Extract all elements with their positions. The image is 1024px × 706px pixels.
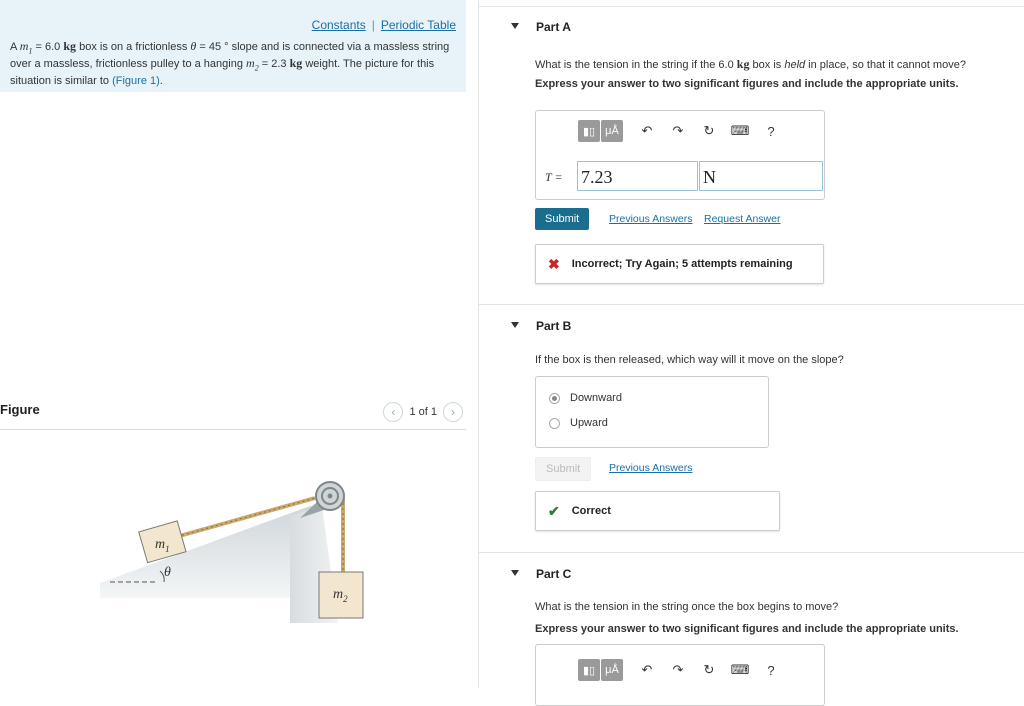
templates-icon: ▮▯ bbox=[582, 664, 596, 677]
option-downward[interactable]: Downward bbox=[549, 392, 622, 404]
periodic-table-link[interactable]: Periodic Table bbox=[381, 18, 456, 32]
part-b-submit-button[interactable]: Submit bbox=[535, 457, 592, 481]
units-input[interactable]: N bbox=[699, 161, 823, 191]
part-c-question: What is the tension in the string once t… bbox=[535, 601, 839, 613]
math-toolbar: ▮▯ μÅ ↶ ↷ ↻ ⌨ ? bbox=[578, 120, 782, 142]
problem-text: = 2.3 bbox=[258, 58, 290, 71]
feedback-text: Incorrect; Try Again; 5 attempts remaini… bbox=[571, 258, 793, 270]
part-a: Part A What is the tension in the string… bbox=[479, 6, 1024, 305]
part-b-question: If the box is then released, which way w… bbox=[535, 354, 844, 366]
help-icon: ? bbox=[767, 123, 775, 139]
help-button[interactable]: ? bbox=[760, 659, 782, 681]
incline-pulley-diagram: m1 θ m2 bbox=[100, 481, 364, 623]
figure-count: 1 of 1 bbox=[409, 406, 437, 418]
part-b-feedback: ✔ Correct bbox=[535, 491, 780, 531]
part-c-instruction: Express your answer to two significant f… bbox=[535, 623, 959, 635]
problem-panel: Constants | Periodic Table A m1 = 6.0 kg b… bbox=[0, 0, 479, 688]
keyboard-button[interactable]: ⌨ bbox=[729, 120, 751, 142]
part-a-submit-button[interactable]: Submit bbox=[535, 208, 590, 230]
templates-button[interactable]: ▮▯ bbox=[578, 120, 600, 142]
questions-panel: Part A What is the tension in the string… bbox=[479, 0, 1024, 706]
problem-statement: A m1 = 6.0 kg box is on a frictionless θ… bbox=[10, 39, 450, 87]
units-button[interactable]: μÅ bbox=[601, 120, 623, 142]
help-button[interactable]: ? bbox=[760, 120, 782, 142]
templates-button[interactable]: ▮▯ bbox=[578, 659, 600, 681]
constants-link[interactable]: Constants bbox=[312, 18, 366, 32]
undo-button[interactable]: ↶ bbox=[636, 659, 658, 681]
resource-links: Constants | Periodic Table bbox=[312, 18, 456, 32]
redo-button[interactable]: ↷ bbox=[667, 659, 689, 681]
radio-selected[interactable] bbox=[549, 392, 560, 404]
keyboard-icon: ⌨ bbox=[730, 123, 750, 138]
part-a-question: What is the tension in the string if the… bbox=[535, 57, 966, 71]
part-c: Part C What is the tension in the string… bbox=[479, 552, 1024, 706]
chevron-left-icon: ‹ bbox=[391, 405, 396, 419]
figure-pager: ‹ 1 of 1 › bbox=[383, 402, 463, 422]
problem-intro: Constants | Periodic Table A m1 = 6.0 kg b… bbox=[0, 0, 466, 92]
next-figure-button[interactable]: › bbox=[443, 402, 463, 422]
keyboard-icon: ⌨ bbox=[730, 662, 750, 677]
part-a-previous-answers-link[interactable]: Previous Answers bbox=[609, 213, 692, 225]
value-input[interactable]: 7.23 bbox=[577, 161, 698, 191]
theta-label: θ bbox=[164, 565, 171, 580]
unit-kg: kg bbox=[289, 56, 303, 71]
answer-choices: Downward Upward bbox=[535, 376, 769, 448]
error-icon: ✖ bbox=[548, 255, 560, 272]
link-separator: | bbox=[371, 18, 375, 32]
mu-angstrom-icon: μÅ bbox=[605, 125, 619, 137]
redo-icon: ↷ bbox=[672, 662, 684, 677]
figure-link[interactable]: (Figure 1) bbox=[112, 75, 160, 87]
problem-text: = 6.0 bbox=[32, 41, 64, 53]
request-answer-link[interactable]: Request Answer bbox=[704, 213, 780, 225]
figure-header: Figure ‹ 1 of 1 › bbox=[0, 400, 466, 430]
part-b: Part B If the box is then released, whic… bbox=[479, 304, 1024, 553]
problem-text: box is on a frictionless bbox=[76, 41, 191, 53]
undo-icon: ↶ bbox=[641, 662, 653, 677]
radio-unselected[interactable] bbox=[549, 417, 560, 429]
part-a-instruction: Express your answer to two significant f… bbox=[535, 78, 959, 90]
redo-button[interactable]: ↷ bbox=[667, 120, 689, 142]
m1-symbol: m1 bbox=[19, 39, 33, 56]
part-a-header[interactable]: Part A bbox=[536, 20, 571, 34]
reset-button[interactable]: ↻ bbox=[698, 659, 720, 681]
templates-icon: ▮▯ bbox=[582, 125, 596, 138]
part-b-previous-answers-link[interactable]: Previous Answers bbox=[609, 462, 692, 474]
part-a-feedback: ✖ Incorrect; Try Again; 5 attempts remai… bbox=[535, 244, 824, 284]
part-a-answer-box: ▮▯ μÅ ↶ ↷ ↻ ⌨ ? T = 7.23 N bbox=[535, 110, 825, 200]
tension-label: T = bbox=[545, 170, 563, 184]
mu-angstrom-icon: μÅ bbox=[605, 664, 619, 676]
part-b-header[interactable]: Part B bbox=[536, 319, 571, 333]
m2-symbol: m2 bbox=[246, 56, 259, 73]
units-button[interactable]: μÅ bbox=[601, 659, 623, 681]
incline-surface bbox=[100, 506, 322, 598]
part-c-header[interactable]: Part C bbox=[536, 567, 571, 581]
reset-icon: ↻ bbox=[703, 123, 715, 138]
undo-icon: ↶ bbox=[641, 123, 653, 138]
option-upward[interactable]: Upward bbox=[549, 417, 608, 429]
check-icon: ✔ bbox=[548, 502, 560, 519]
math-toolbar: ▮▯ μÅ ↶ ↷ ↻ ⌨ ? bbox=[578, 659, 782, 681]
redo-icon: ↷ bbox=[672, 123, 684, 138]
unit-kg: kg bbox=[63, 39, 77, 53]
undo-button[interactable]: ↶ bbox=[636, 120, 658, 142]
figure-title: Figure bbox=[0, 402, 40, 417]
part-c-answer-box: ▮▯ μÅ ↶ ↷ ↻ ⌨ ? bbox=[535, 644, 825, 706]
collapse-part-a-icon[interactable] bbox=[511, 23, 519, 29]
collapse-part-b-icon[interactable] bbox=[511, 322, 519, 328]
prev-figure-button[interactable]: ‹ bbox=[383, 402, 404, 422]
chevron-right-icon: › bbox=[451, 405, 455, 419]
problem-text: A bbox=[10, 41, 20, 53]
keyboard-button[interactable]: ⌨ bbox=[729, 659, 751, 681]
help-icon: ? bbox=[767, 662, 775, 678]
feedback-text: Correct bbox=[571, 505, 611, 517]
collapse-part-c-icon[interactable] bbox=[511, 570, 519, 576]
reset-icon: ↻ bbox=[703, 662, 715, 677]
reset-button[interactable]: ↻ bbox=[698, 120, 720, 142]
